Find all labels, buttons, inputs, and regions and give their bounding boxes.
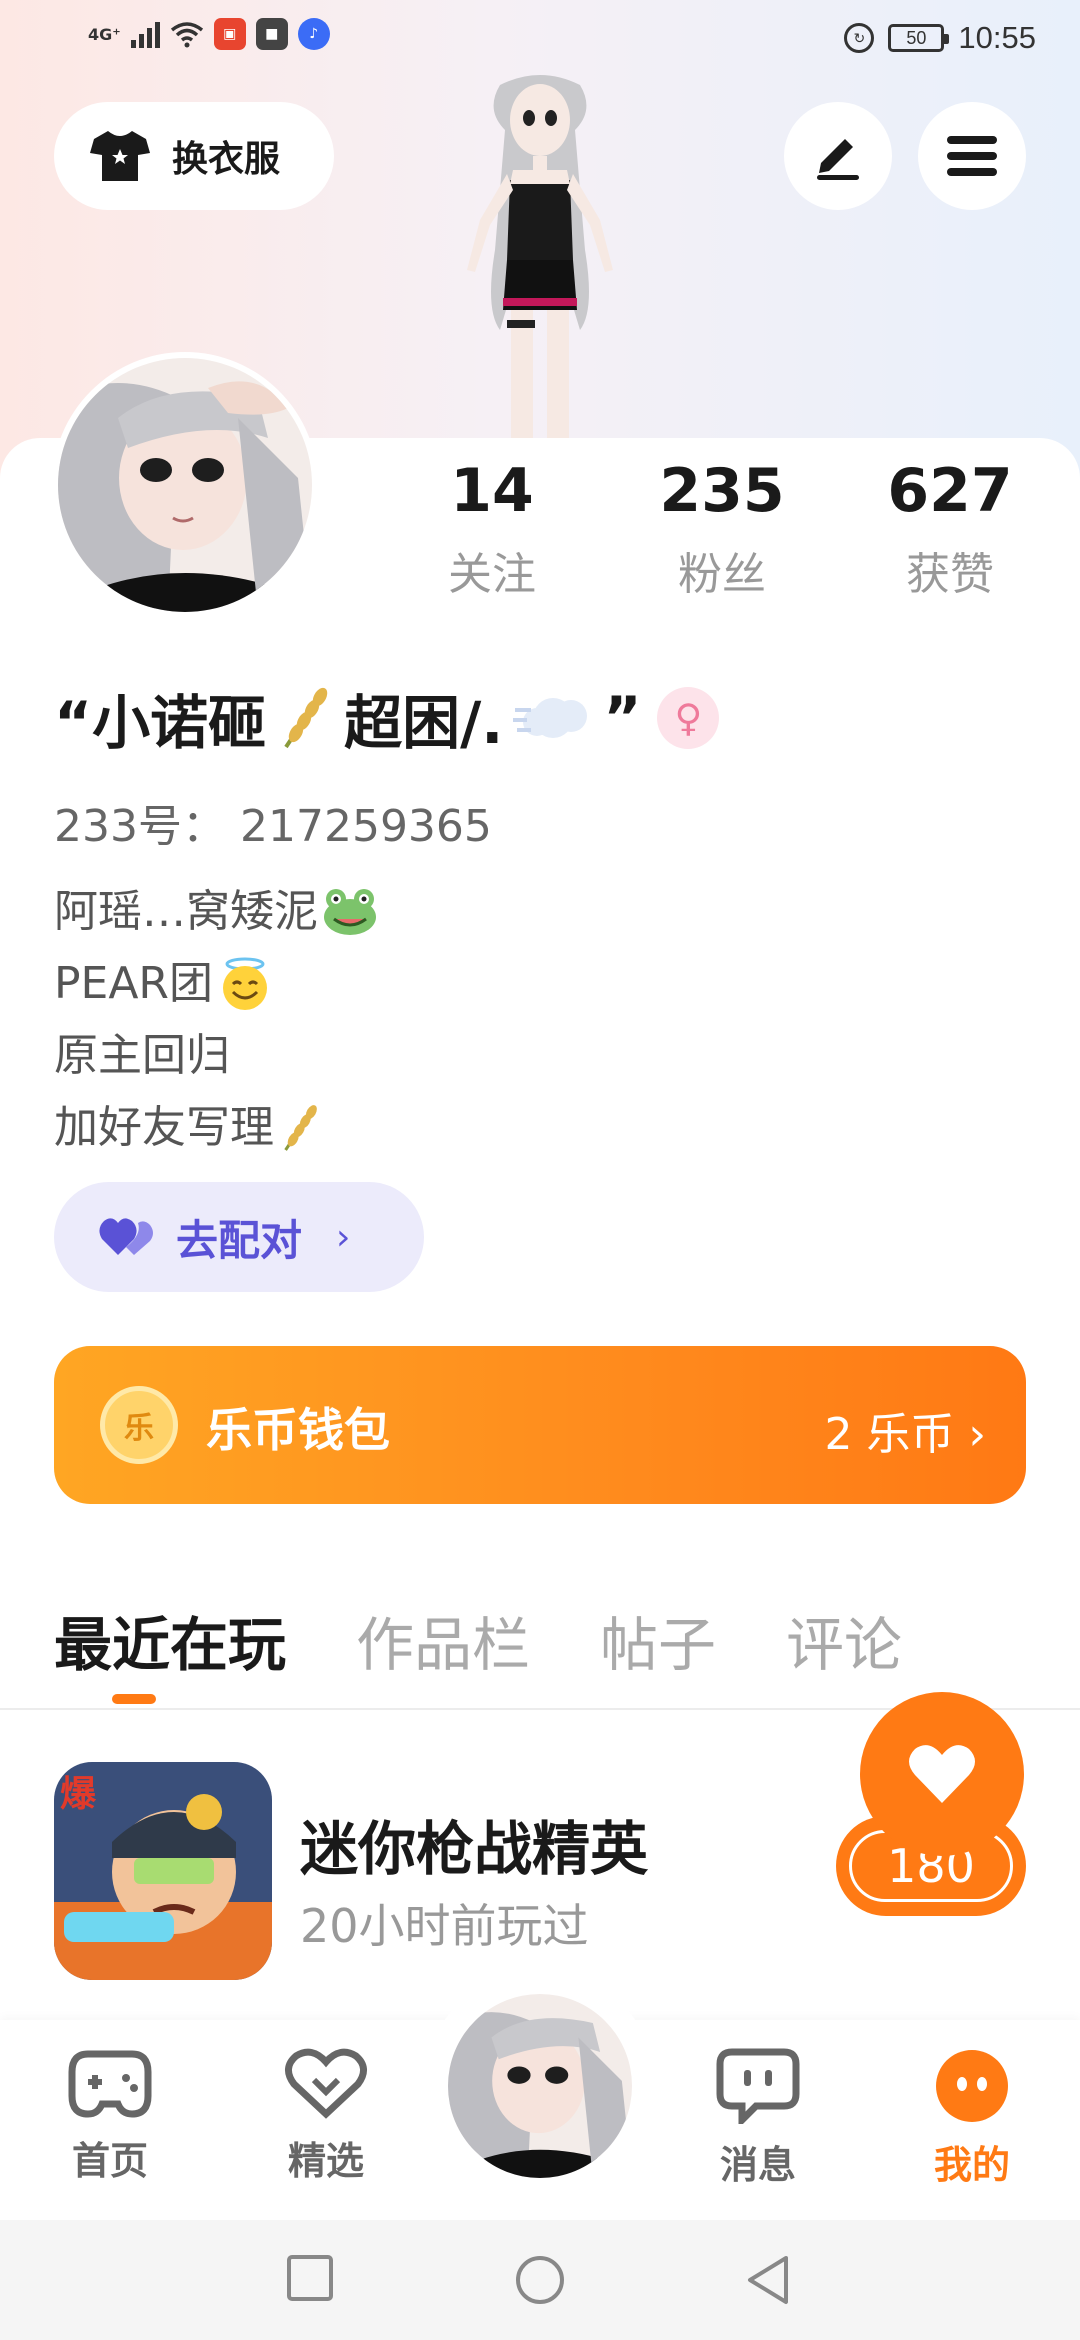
hearts-icon — [99, 1218, 153, 1255]
signal-icon — [130, 20, 160, 48]
recent-apps-icon[interactable] — [286, 2254, 334, 2302]
avatar-character-figure[interactable] — [405, 70, 675, 440]
pen-icon — [817, 139, 859, 180]
home-circle-icon[interactable] — [514, 2254, 566, 2306]
coin-icon: 乐 — [100, 1386, 178, 1464]
nav-me[interactable]: 我的 — [902, 2048, 1042, 2189]
nav-messages-label: 消息 — [719, 2143, 796, 2187]
likes-label: 获赞 — [906, 549, 994, 600]
active-tab-indicator — [112, 1694, 156, 1704]
menu-icon — [947, 136, 997, 176]
following-label: 关注 — [448, 549, 536, 600]
change-outfit-label: 换衣服 — [172, 139, 281, 180]
female-gender-icon: ♀ — [657, 687, 720, 749]
followers-count: 235 — [659, 456, 785, 526]
bio: 阿瑶…窝矮泥 PEAR团 原主回归 加好友写理 — [54, 876, 378, 1164]
tab-posts[interactable]: 帖子 — [600, 1598, 716, 1682]
recent-game-item[interactable]: 爆 迷你枪战精英 20小时前玩过 — [54, 1762, 814, 1982]
music-icon: ♪ — [297, 18, 330, 50]
shirt-icon — [90, 131, 150, 181]
followers-label: 粉丝 — [678, 549, 766, 600]
wallet-banner[interactable]: 乐 乐币钱包 2 乐币 › — [54, 1346, 1026, 1504]
battery-icon: 50 — [888, 24, 950, 52]
nickname: “小诺砸 超困/. ” ♀ — [54, 676, 720, 760]
nav-me-label: 我的 — [933, 2143, 1010, 2187]
status-bar: 4G⁺ ▣ ■ ♪ ↻ 50 10:55 — [0, 0, 1080, 80]
game-last-played: 20小时前玩过 — [300, 1899, 589, 1953]
alarm-icon: ↻ — [844, 23, 875, 53]
likes-count: 627 — [887, 456, 1013, 526]
match-button-label: 去配对 — [176, 1215, 303, 1265]
frog-emoji-icon — [324, 889, 376, 935]
network-type: 4G⁺ — [88, 24, 121, 44]
profile-face-icon — [936, 2050, 1008, 2122]
wallet-title: 乐币钱包 — [206, 1403, 390, 1457]
profile-avatar[interactable] — [52, 352, 318, 618]
tab-comments[interactable]: 评论 — [786, 1598, 902, 1682]
nav-avatar-image — [448, 1994, 632, 2178]
wheat-emoji-icon — [284, 1105, 317, 1151]
heart-icon — [909, 1745, 975, 1803]
stat-followers[interactable]: 235 粉丝 — [632, 458, 812, 602]
change-outfit-button[interactable]: 换衣服 — [54, 102, 334, 210]
menu-button[interactable] — [918, 102, 1026, 210]
nav-home[interactable]: 首页 — [40, 2048, 180, 2185]
chat-bubble-icon — [716, 2048, 800, 2129]
tab-works[interactable]: 作品栏 — [356, 1598, 530, 1682]
bio-line: 原主回归 — [54, 1030, 230, 1081]
profile-tabs: 最近在玩 作品栏 帖子 评论 — [54, 1598, 972, 1682]
heart-outline-icon — [285, 2048, 367, 2119]
system-navigation-bar — [0, 2220, 1080, 2340]
game-title: 迷你枪战精英 — [300, 1815, 649, 1883]
wheat-emoji-icon — [284, 687, 328, 749]
stat-following[interactable]: 14 关注 — [402, 458, 582, 602]
nav-featured[interactable]: 精选 — [256, 2048, 396, 2185]
avatar-image — [58, 358, 312, 612]
stat-likes[interactable]: 627 获赞 — [860, 458, 1040, 602]
like-circle — [860, 1692, 1024, 1856]
bio-line: 加好友写理 — [54, 1102, 274, 1153]
game-icon: 爆 — [54, 1762, 272, 1980]
following-count: 14 — [450, 456, 534, 526]
nav-messages[interactable]: 消息 — [688, 2048, 828, 2189]
chevron-right-icon: › — [336, 1216, 351, 1258]
nav-avatar-button[interactable] — [444, 1990, 636, 2182]
bio-line: 阿瑶…窝矮泥 — [54, 886, 318, 937]
game-icon-badge: 爆 — [60, 1774, 97, 1815]
app-notification-icon: ▣ — [213, 18, 246, 50]
back-triangle-icon[interactable] — [744, 2254, 792, 2306]
app-store-icon: ■ — [255, 18, 288, 50]
clock-time: 10:55 — [958, 20, 1036, 55]
nav-featured-label: 精选 — [287, 2139, 364, 2183]
wallet-amount: 2 乐币 › — [824, 1409, 986, 1460]
edit-profile-button[interactable] — [784, 102, 892, 210]
match-button[interactable]: 去配对 › — [54, 1182, 424, 1292]
halo-smile-emoji-icon — [223, 957, 268, 1010]
gamepad-icon — [68, 2050, 152, 2118]
like-float-button[interactable]: 180 — [836, 1692, 1026, 1922]
bio-line: PEAR团 — [54, 958, 214, 1009]
dash-cloud-emoji-icon — [513, 698, 588, 738]
wifi-icon — [170, 22, 203, 48]
nav-home-label: 首页 — [71, 2139, 148, 2183]
tab-recently-played[interactable]: 最近在玩 — [54, 1598, 286, 1682]
user-id[interactable]: 233号： 217259365 — [54, 790, 492, 854]
